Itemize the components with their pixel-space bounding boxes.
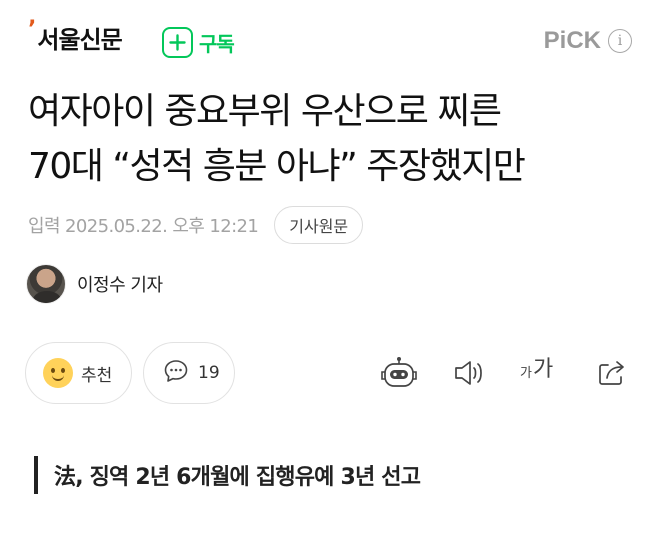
- article-title-line-2: 70대 “성적 흥분 아냐” 주장했지만: [28, 146, 526, 187]
- ai-summary-button[interactable]: [380, 356, 418, 396]
- reporter-name: 이정수 기자: [77, 275, 163, 296]
- subheading-text: 法, 징역 2년 6개월에 집행유예 3년 선고: [54, 465, 421, 490]
- listen-button[interactable]: [452, 356, 486, 394]
- speaker-icon: [452, 361, 486, 394]
- smile-emoji-icon: [43, 358, 73, 388]
- reporter-byline[interactable]: 이정수 기자: [26, 264, 163, 304]
- subscribe-label: 구독: [199, 32, 235, 56]
- press-logo[interactable]: ’ 서울신문: [28, 17, 123, 58]
- share-icon: [595, 361, 629, 394]
- comment-button[interactable]: 19: [143, 342, 235, 404]
- press-logo-mark: ’: [28, 17, 37, 42]
- font-size-large-glyph: 가: [532, 357, 554, 382]
- info-icon[interactable]: i: [608, 29, 632, 53]
- subscribe-button[interactable]: 구독: [162, 27, 235, 58]
- comment-count: 19: [198, 363, 220, 383]
- recommend-button[interactable]: 추천: [25, 342, 132, 404]
- font-size-small-glyph: 가: [520, 366, 532, 381]
- original-article-button[interactable]: 기사원문: [274, 206, 364, 244]
- ai-bot-icon: [380, 357, 418, 396]
- press-name: 서울신문: [37, 26, 122, 54]
- font-size-icon: 가 가: [520, 358, 553, 382]
- recommend-label: 추천: [81, 365, 113, 386]
- article-subheading: 法, 징역 2년 6개월에 집행유예 3년 선고: [34, 456, 421, 494]
- published-date: 입력 2025.05.22. 오후 12:21: [28, 216, 259, 237]
- article-meta: 입력 2025.05.22. 오후 12:21 기사원문: [28, 206, 364, 244]
- font-size-button[interactable]: 가 가: [520, 358, 553, 382]
- top-bar: ’ 서울신문 구독 PiCK i: [0, 0, 658, 86]
- reporter-avatar: [26, 264, 66, 304]
- pick-badge: PiCK i: [544, 27, 632, 55]
- comment-icon: [162, 357, 190, 389]
- pick-label: PiCK: [543, 27, 601, 54]
- article-actions: 추천 19 가 가: [0, 342, 658, 406]
- share-button[interactable]: [595, 356, 629, 394]
- article-title: 여자아이 중요부위 우산으로 찌른 70대 “성적 흥분 아냐” 주장했지만: [28, 84, 638, 194]
- plus-icon: [162, 27, 193, 58]
- article-title-line-1: 여자아이 중요부위 우산으로 찌른: [28, 91, 502, 132]
